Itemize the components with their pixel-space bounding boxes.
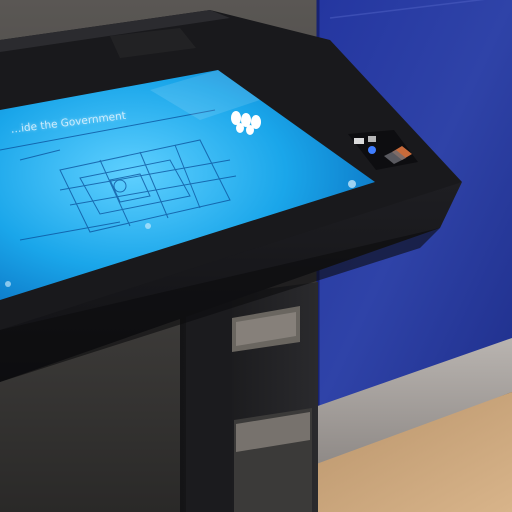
pedestal-left-panel <box>186 296 232 512</box>
screen-small-button <box>145 223 151 229</box>
screen-corner-button <box>348 180 356 188</box>
screen-small-button <box>5 281 11 287</box>
photo-scene <box>0 0 512 512</box>
